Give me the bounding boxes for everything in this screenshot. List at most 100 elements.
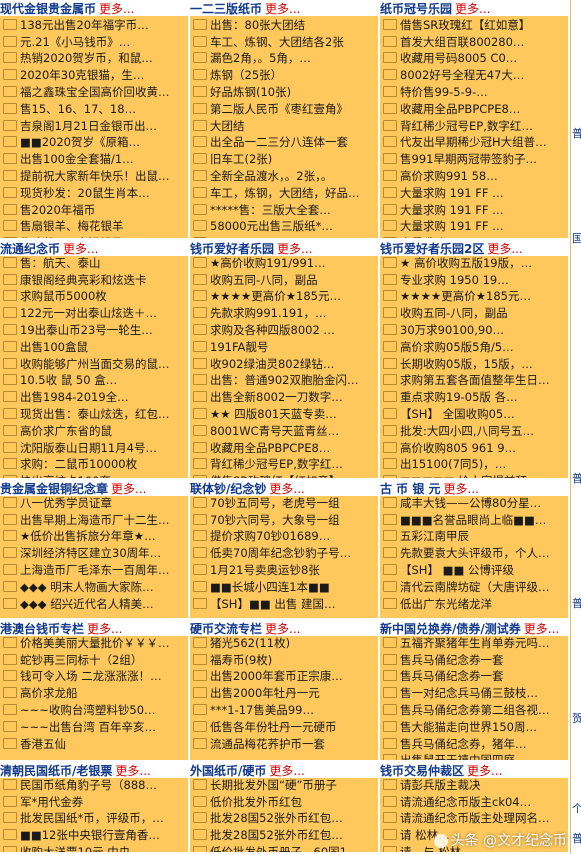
thread-title[interactable]: 售兵马俑纪念券第二组各视… — [400, 703, 550, 717]
thread-title[interactable]: ★低价出售拆旅分年章★… — [20, 529, 156, 543]
thread-item[interactable]: 出全品一二三分八连体一套 — [193, 134, 378, 151]
thread-item[interactable]: 出售100金全套猫/1… — [3, 151, 188, 168]
thread-item[interactable]: 售大能猫走向世界150周… — [383, 719, 568, 736]
thread-item[interactable]: ■■2020贺岁《原箱… — [3, 134, 188, 151]
thread-item[interactable]: 热销2020贺岁币，和鼠… — [3, 50, 188, 67]
thread-title[interactable]: ■■■■■ 给大家提前拜… — [400, 474, 538, 478]
thread-item[interactable]: ★★ 四版801天蓝专卖… — [193, 406, 378, 423]
thread-item[interactable]: 收购五同-八同，副品 — [193, 272, 378, 289]
thread-title[interactable]: 高价求购05版5角/5… — [400, 340, 514, 354]
thread-title[interactable]: 代友出早期稀少冠H大组普… — [400, 135, 547, 149]
more-link[interactable]: 更多... — [487, 242, 522, 256]
thread-item[interactable]: 售扇银羊、梅花银羊 — [3, 218, 188, 235]
thread-title[interactable]: 借售SR玫瑰红【红如意】 — [400, 18, 530, 32]
thread-title[interactable]: 五福齐聚猪年生肖单券元吗… — [400, 636, 550, 650]
panel-title-link[interactable]: 联体钞/纪念钞 — [190, 482, 266, 496]
thread-title[interactable]: 【SH】■■ 出售 建国… — [210, 597, 336, 611]
thread-item[interactable]: 提价求购70钞01689… — [193, 528, 378, 545]
more-link[interactable]: 更多... — [87, 622, 122, 636]
thread-title[interactable]: 康银阁经典亮彩和炫迭卡 — [20, 273, 147, 287]
thread-item[interactable]: 现货秒发：20鼠生肖本… — [3, 185, 188, 202]
thread-item[interactable]: 收购五同-八同，副品 — [383, 305, 568, 322]
thread-item[interactable]: 军*用代金券 — [3, 794, 188, 811]
panel-title-link[interactable]: 一二三版纸币 — [190, 2, 262, 16]
thread-title[interactable]: ★★ 四版801天蓝专卖… — [210, 407, 337, 421]
thread-item[interactable]: ~~~收购台湾塑料钞50… — [3, 702, 188, 719]
panel-title-link[interactable]: 纸币冠号乐园 — [380, 2, 452, 16]
thread-item[interactable]: 出售：普通902双胞胎金闪… — [193, 372, 378, 389]
thread-title[interactable]: 138元出售20年福字币… — [20, 18, 149, 32]
thread-title[interactable]: 猪光562(11枚) — [210, 636, 290, 650]
thread-title[interactable]: 专业求购 1950 19… — [400, 273, 509, 287]
thread-item[interactable]: 沈阳版泰山日期11月4号… — [3, 440, 188, 457]
panel-title-link[interactable]: 古 币 银 元 — [380, 482, 441, 496]
thread-item[interactable]: 高价求购05版5角/5… — [383, 339, 568, 356]
more-link[interactable]: 更多... — [63, 242, 98, 256]
thread-title[interactable]: 售扇银羊、梅花银羊 — [20, 219, 124, 233]
thread-title[interactable]: 大团结 — [210, 119, 245, 133]
thread-item[interactable]: 出售鼠开天禧中国四庭… — [383, 752, 568, 760]
thread-title[interactable]: 快出亮炫卡100套 — [20, 474, 111, 478]
thread-item[interactable]: 咸丰大钱——公博80分星… — [383, 495, 568, 512]
thread-item[interactable]: 请流通纪念币版主处理网名… — [383, 810, 568, 827]
thread-item[interactable]: *****售：三版大全套… — [193, 202, 378, 219]
more-link[interactable]: 更多... — [111, 482, 146, 496]
more-link[interactable]: 更多... — [99, 2, 134, 16]
thread-item[interactable]: 70钞五同号，老虎号一组 — [193, 495, 378, 512]
thread-title[interactable]: 【SH】 全国收购05… — [400, 407, 515, 421]
thread-title[interactable]: 好品炼钢(10张) — [210, 85, 291, 99]
thread-item[interactable]: 售15、16、17、18… — [3, 101, 188, 118]
thread-title[interactable]: 咸丰大钱——公博80分星… — [400, 496, 541, 510]
thread-title[interactable]: 30万求90100,90… — [400, 323, 504, 337]
thread-title[interactable]: 8001WC青号天蓝青丝… — [210, 424, 339, 438]
thread-item[interactable]: 售兵马俑纪念券一套 — [383, 668, 568, 685]
thread-item[interactable]: 收藏用全品PBPCPE8… — [383, 101, 568, 118]
thread-title[interactable]: 重点求购19-05版 各… — [400, 390, 518, 404]
thread-item[interactable]: 八一优秀学员证章 — [3, 495, 188, 512]
panel-title-link[interactable]: 清朝民国纸币/老银票 — [0, 764, 112, 778]
thread-item[interactable]: 蛇钞再三同标十（2组） — [3, 652, 188, 669]
thread-title[interactable]: 车工、炼钢、大团结各2张 — [210, 35, 344, 49]
thread-title[interactable]: 2020年30克银猫，生… — [20, 68, 144, 82]
thread-title[interactable]: 58000元出售三版纸*… — [210, 219, 333, 233]
thread-title[interactable]: 高价求购991 58… — [400, 169, 498, 183]
thread-item[interactable]: 长期批发外国“硬”币册子 — [193, 777, 378, 794]
thread-title[interactable]: 先款要袁大头评级币，个人… — [400, 546, 550, 560]
thread-title[interactable]: 8002好号全程无47大… — [400, 68, 524, 82]
thread-item[interactable]: 先款要袁大头评级币，个人… — [383, 545, 568, 562]
thread-item[interactable]: 首发大组百联800280… — [383, 34, 568, 51]
thread-item[interactable]: 炼钢（25张） — [193, 67, 378, 84]
thread-item[interactable]: 车工，炼钢，大团结，好品… — [193, 185, 378, 202]
thread-item[interactable]: 大量求购 191 FF … — [383, 185, 568, 202]
more-link[interactable]: 更多... — [265, 2, 300, 16]
thread-title[interactable]: 背红稀少冠号EP,数字红… — [400, 119, 533, 133]
thread-item[interactable]: 【SH】 ■■ 公博评级 — [383, 562, 568, 579]
thread-title[interactable]: 售改革150克银靓号 — [20, 236, 122, 238]
thread-item[interactable]: 出售2000年牡丹一元 — [193, 685, 378, 702]
thread-title[interactable]: 提前祝大家新年快乐！出鼠… — [20, 169, 170, 183]
thread-item[interactable]: 出售100盒鼠 — [3, 339, 188, 356]
thread-title[interactable]: ★★★★更高价★185元… — [210, 289, 341, 303]
thread-item[interactable]: 吉泉阁1月21日金银币出… — [3, 118, 188, 135]
thread-item[interactable]: 高价收购805 961 9… — [383, 440, 568, 457]
thread-item[interactable]: 8001WC青号天蓝青丝… — [193, 423, 378, 440]
more-link[interactable]: 更多... — [455, 2, 490, 16]
thread-item[interactable]: 大量求购 191 FF … — [383, 218, 568, 235]
thread-item[interactable]: 背红稀少冠号EP,数字红… — [193, 456, 378, 473]
thread-item[interactable]: 售一对纪念兵马俑三鼓枝… — [383, 685, 568, 702]
edge-char[interactable]: 个 — [572, 800, 581, 816]
thread-item[interactable]: 低价批发外币红包 — [193, 794, 378, 811]
thread-title[interactable]: 上海造币厂毛泽东一百周年… — [20, 563, 170, 577]
more-link[interactable]: 更多... — [467, 764, 502, 778]
thread-item[interactable]: 出售1984-2019全… — [3, 389, 188, 406]
thread-title[interactable]: 19出泰山币23号一轮生… — [20, 323, 153, 337]
thread-title[interactable]: 炼钢（25张） — [210, 68, 282, 82]
thread-title[interactable]: 求购及各种四版8002 … — [210, 323, 335, 337]
thread-title[interactable]: 收购能够广州当面交易的鼠… — [20, 357, 170, 371]
thread-item[interactable]: 五福齐聚猪年生肖单券元吗… — [383, 635, 568, 652]
thread-title[interactable]: 售2020年福币 — [20, 203, 95, 217]
thread-item[interactable]: 重点求购19-05版 各… — [383, 389, 568, 406]
thread-item[interactable]: 快出亮炫卡100套 — [3, 473, 188, 478]
thread-title[interactable]: 收藏用号码8005 C0… — [400, 51, 517, 65]
thread-item[interactable]: 高价求龙船 — [3, 685, 188, 702]
